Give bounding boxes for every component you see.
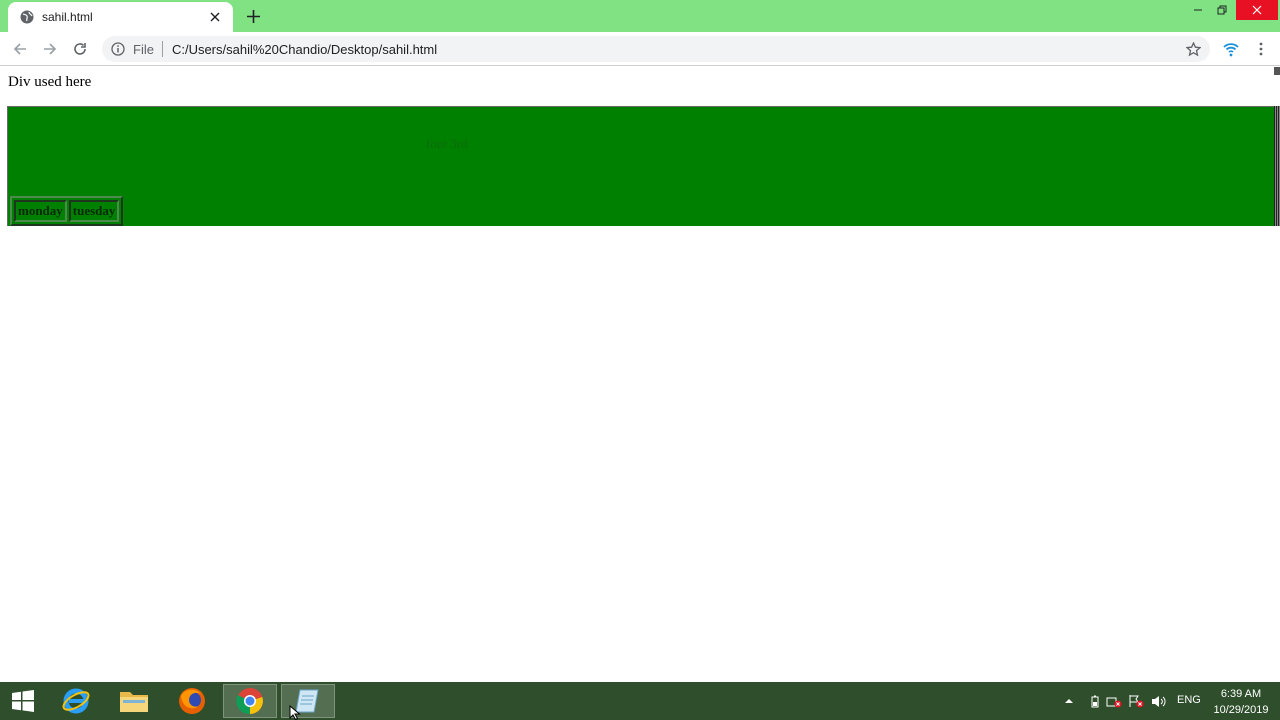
tab-title: sahil.html bbox=[42, 10, 93, 24]
page-viewport: Div used here font 3rd monday tuesday bbox=[0, 67, 1280, 682]
file-chip: File bbox=[133, 41, 154, 57]
forward-button[interactable] bbox=[38, 37, 62, 61]
taskbar-firefox[interactable] bbox=[168, 684, 216, 718]
language-indicator[interactable]: ENG bbox=[1177, 694, 1201, 706]
folder-icon bbox=[120, 692, 148, 712]
more-menu-icon[interactable] bbox=[1251, 37, 1271, 61]
url-text[interactable]: C:/Users/sahil%20Chandio/Desktop/sahil.h… bbox=[172, 42, 437, 57]
globe-icon bbox=[19, 10, 34, 25]
battery-icon[interactable] bbox=[1087, 682, 1103, 720]
clock[interactable]: 6:39 AM 10/29/2019 bbox=[1208, 686, 1274, 718]
taskbar-internet-explorer[interactable] bbox=[52, 684, 100, 718]
bookmark-star-icon[interactable] bbox=[1184, 40, 1202, 58]
clock-date: 10/29/2019 bbox=[1213, 704, 1269, 716]
flag-error-icon[interactable] bbox=[1127, 682, 1145, 720]
browser-tab[interactable]: sahil.html bbox=[8, 2, 233, 32]
volume-icon[interactable] bbox=[1150, 682, 1168, 720]
wifi-extension-icon[interactable] bbox=[1219, 37, 1243, 61]
table-cell-tuesday: tuesday bbox=[68, 200, 120, 222]
omnibox-divider bbox=[161, 41, 163, 57]
browser-toolbar: File C:/Users/sahil%20Chandio/Desktop/sa… bbox=[0, 32, 1280, 66]
clock-time: 6:39 AM bbox=[1220, 688, 1262, 700]
address-bar[interactable]: File C:/Users/sahil%20Chandio/Desktop/sa… bbox=[102, 36, 1210, 62]
firefox-icon bbox=[179, 688, 205, 714]
show-hidden-icons[interactable] bbox=[1061, 682, 1077, 720]
mouse-cursor-icon bbox=[289, 705, 301, 720]
chrome-icon bbox=[236, 688, 263, 715]
ie-icon bbox=[62, 688, 90, 714]
green-div: font 3rd monday tuesday bbox=[7, 106, 1274, 226]
back-button[interactable] bbox=[8, 37, 32, 61]
start-button[interactable] bbox=[0, 684, 46, 718]
taskbar-chrome[interactable] bbox=[223, 684, 277, 718]
close-tab-icon[interactable] bbox=[207, 9, 223, 25]
close-window-button[interactable] bbox=[1236, 0, 1278, 20]
chevron-up-icon bbox=[1065, 699, 1073, 703]
network-error-icon[interactable] bbox=[1105, 682, 1123, 720]
taskbar: ENG 6:39 AM 10/29/2019 bbox=[0, 682, 1280, 720]
new-tab-button[interactable] bbox=[242, 5, 264, 27]
days-table: monday tuesday bbox=[10, 196, 124, 226]
windows-logo-icon bbox=[12, 690, 34, 712]
info-icon[interactable] bbox=[110, 41, 126, 57]
scrollbar[interactable] bbox=[1274, 67, 1280, 75]
faint-div-text: font 3rd bbox=[426, 136, 468, 151]
table-cell-monday: monday bbox=[14, 200, 67, 222]
restore-button[interactable] bbox=[1210, 0, 1234, 20]
tab-strip: sahil.html bbox=[0, 0, 1280, 32]
div-edge bbox=[1274, 106, 1280, 226]
minimize-button[interactable] bbox=[1186, 0, 1210, 20]
page-heading-text: Div used here bbox=[8, 74, 92, 90]
reload-button[interactable] bbox=[68, 37, 92, 61]
table-row: monday tuesday bbox=[14, 200, 120, 222]
taskbar-file-explorer[interactable] bbox=[110, 684, 158, 718]
